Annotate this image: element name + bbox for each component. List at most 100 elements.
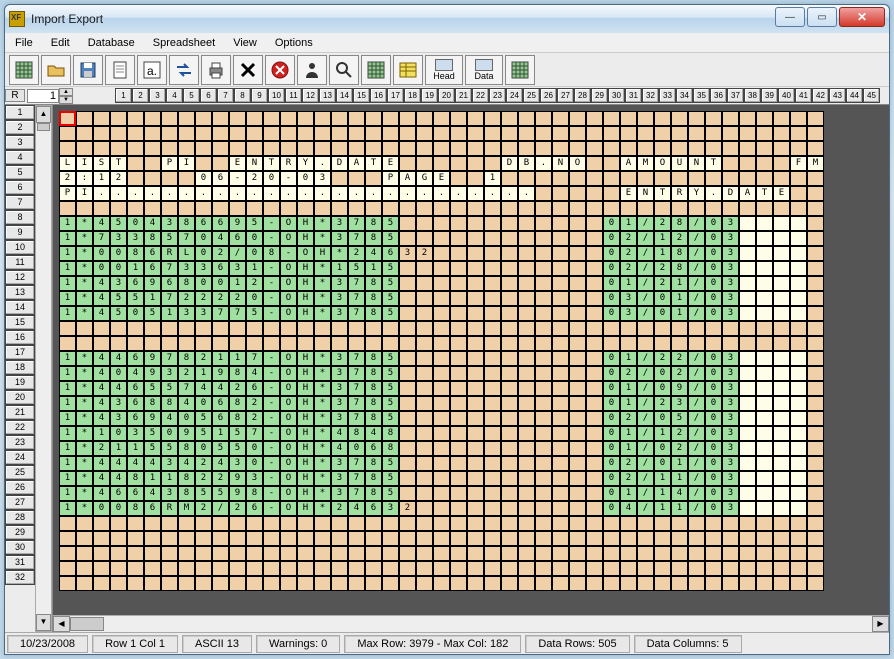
grid-cell[interactable] bbox=[501, 441, 518, 456]
grid-cell[interactable]: 7 bbox=[212, 306, 229, 321]
grid-cell[interactable]: 1 bbox=[59, 396, 76, 411]
grid-cell[interactable]: 2 bbox=[212, 246, 229, 261]
grid-cell[interactable]: 0 bbox=[297, 171, 314, 186]
grid-cell[interactable]: 2 bbox=[620, 231, 637, 246]
grid-cell[interactable]: 1 bbox=[93, 426, 110, 441]
grid-cell[interactable]: 5 bbox=[382, 306, 399, 321]
grid-cell[interactable]: 0 bbox=[705, 471, 722, 486]
grid-cell[interactable]: - bbox=[263, 381, 280, 396]
grid-cell[interactable] bbox=[433, 141, 450, 156]
grid-cell[interactable]: 0 bbox=[603, 441, 620, 456]
grid-cell[interactable] bbox=[178, 546, 195, 561]
grid-cell[interactable]: 0 bbox=[93, 246, 110, 261]
grid-cell[interactable]: Y bbox=[297, 156, 314, 171]
grid-cell[interactable] bbox=[586, 201, 603, 216]
grid-cell[interactable] bbox=[348, 546, 365, 561]
grid-cell[interactable] bbox=[535, 471, 552, 486]
data-label[interactable]: Data bbox=[465, 55, 503, 85]
grid-cell[interactable] bbox=[297, 576, 314, 591]
grid-cell[interactable] bbox=[399, 291, 416, 306]
grid-cell[interactable] bbox=[399, 156, 416, 171]
grid-cell[interactable] bbox=[756, 336, 773, 351]
grid-cell[interactable] bbox=[586, 186, 603, 201]
grid-cell[interactable] bbox=[467, 546, 484, 561]
col-header[interactable]: 8 bbox=[234, 88, 251, 103]
grid-cell[interactable] bbox=[756, 231, 773, 246]
grid-cell[interactable] bbox=[807, 426, 824, 441]
grid-cell[interactable]: 6 bbox=[229, 231, 246, 246]
grid-cell[interactable] bbox=[467, 366, 484, 381]
grid-cell[interactable]: O bbox=[280, 261, 297, 276]
grid-cell[interactable] bbox=[501, 261, 518, 276]
grid-cell[interactable]: 9 bbox=[144, 351, 161, 366]
grid-cell[interactable]: 2 bbox=[59, 171, 76, 186]
col-header[interactable]: 31 bbox=[625, 88, 642, 103]
grid-cell[interactable] bbox=[280, 516, 297, 531]
grid-cell[interactable] bbox=[671, 321, 688, 336]
grid-cell[interactable] bbox=[688, 531, 705, 546]
grid-cell[interactable]: 2 bbox=[246, 276, 263, 291]
grid-cell[interactable] bbox=[399, 126, 416, 141]
grid-cell[interactable] bbox=[59, 531, 76, 546]
grid-cell[interactable] bbox=[161, 531, 178, 546]
grid-cell[interactable]: 2 bbox=[212, 291, 229, 306]
grid-cell[interactable] bbox=[586, 276, 603, 291]
grid-cell[interactable]: 0 bbox=[705, 216, 722, 231]
grid-cell[interactable] bbox=[484, 486, 501, 501]
grid-cell[interactable] bbox=[416, 111, 433, 126]
grid-cell[interactable] bbox=[59, 561, 76, 576]
search-icon[interactable] bbox=[329, 55, 359, 85]
grid-cell[interactable]: - bbox=[263, 396, 280, 411]
grid-cell[interactable] bbox=[552, 396, 569, 411]
grid-cell[interactable] bbox=[518, 141, 535, 156]
grid-cell[interactable] bbox=[518, 546, 535, 561]
grid-cell[interactable] bbox=[195, 531, 212, 546]
grid-cell[interactable] bbox=[756, 246, 773, 261]
grid-cell[interactable] bbox=[280, 336, 297, 351]
grid-cell[interactable] bbox=[450, 366, 467, 381]
grid-cell[interactable] bbox=[484, 351, 501, 366]
grid-cell[interactable]: D bbox=[722, 186, 739, 201]
grid-cell[interactable] bbox=[586, 111, 603, 126]
grid-cell[interactable]: 0 bbox=[654, 456, 671, 471]
grid-cell[interactable]: . bbox=[450, 186, 467, 201]
grid-cell[interactable]: A bbox=[739, 186, 756, 201]
grid-cell[interactable]: 1 bbox=[654, 426, 671, 441]
grid-cell[interactable] bbox=[382, 531, 399, 546]
grid-cell[interactable] bbox=[467, 321, 484, 336]
grid-cell[interactable]: 1 bbox=[59, 486, 76, 501]
grid-cell[interactable] bbox=[518, 411, 535, 426]
grid-cell[interactable] bbox=[399, 381, 416, 396]
grid-cell[interactable] bbox=[552, 531, 569, 546]
grid-cell[interactable] bbox=[569, 171, 586, 186]
save-icon[interactable] bbox=[73, 55, 103, 85]
grid-cell[interactable] bbox=[144, 201, 161, 216]
grid-cell[interactable] bbox=[144, 111, 161, 126]
grid-cell[interactable] bbox=[229, 321, 246, 336]
grid-cell[interactable]: * bbox=[314, 231, 331, 246]
grid-cell[interactable] bbox=[484, 426, 501, 441]
grid-cell[interactable] bbox=[501, 291, 518, 306]
grid-cell[interactable] bbox=[450, 171, 467, 186]
grid-cell[interactable] bbox=[416, 411, 433, 426]
grid-cell[interactable] bbox=[620, 126, 637, 141]
col-header[interactable]: 12 bbox=[302, 88, 319, 103]
grid-cell[interactable]: 4 bbox=[144, 486, 161, 501]
grid-cell[interactable] bbox=[569, 546, 586, 561]
grid-cell[interactable] bbox=[603, 171, 620, 186]
grid-cell[interactable] bbox=[314, 201, 331, 216]
grid-cell[interactable]: 3 bbox=[331, 291, 348, 306]
grid-cell[interactable] bbox=[807, 246, 824, 261]
grid-cell[interactable] bbox=[246, 126, 263, 141]
grid-cell[interactable]: 6 bbox=[212, 216, 229, 231]
grid-cell[interactable]: 9 bbox=[671, 381, 688, 396]
grid-cell[interactable]: 0 bbox=[195, 276, 212, 291]
grid-cell[interactable]: 2 bbox=[110, 171, 127, 186]
grid-cell[interactable] bbox=[620, 561, 637, 576]
grid-cell[interactable]: 7 bbox=[161, 261, 178, 276]
grid-cell[interactable]: * bbox=[76, 426, 93, 441]
grid-cell[interactable] bbox=[654, 531, 671, 546]
grid-cell[interactable] bbox=[688, 516, 705, 531]
delete-x-icon[interactable] bbox=[233, 55, 263, 85]
grid-cell[interactable]: 3 bbox=[722, 231, 739, 246]
